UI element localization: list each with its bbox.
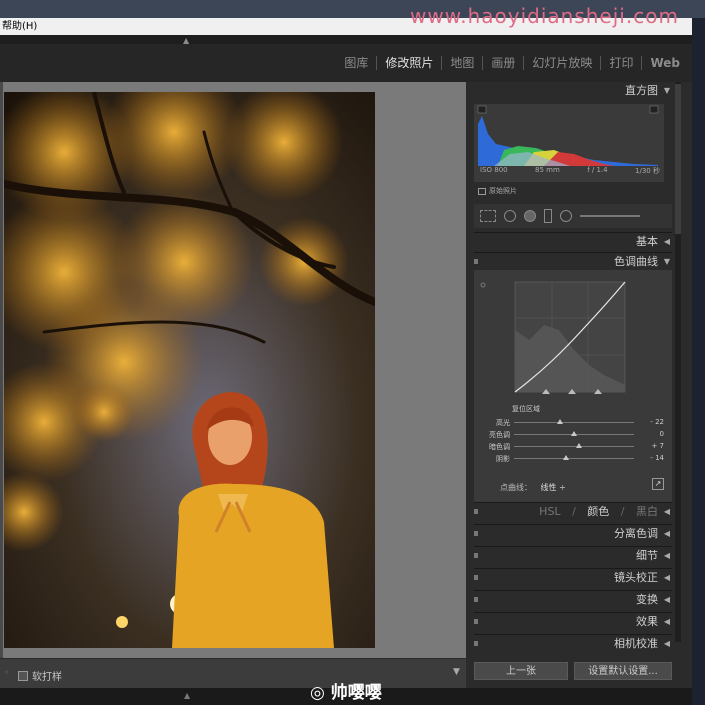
collapse-triangle-icon[interactable]: ▼ <box>664 253 670 271</box>
adjustment-brush-icon[interactable] <box>580 215 640 217</box>
photo-preview[interactable] <box>4 92 375 648</box>
camera-calibration-header[interactable]: 相机校准 ◀ <box>474 635 672 653</box>
module-web[interactable]: Web <box>642 56 684 70</box>
graduated-filter-icon[interactable] <box>544 209 552 223</box>
menu-help[interactable]: 帮助(H) <box>2 21 37 32</box>
module-print[interactable]: 打印 <box>601 56 643 70</box>
point-curve-select[interactable]: 点曲线： 线性 ÷ <box>500 482 566 493</box>
crop-tool-icon[interactable] <box>480 210 496 222</box>
tab-color[interactable]: 颜色 <box>587 505 609 518</box>
module-map[interactable]: 地图 <box>442 56 484 70</box>
shadows-slider[interactable]: 阴影 - 14 <box>474 454 672 464</box>
effects-header[interactable]: 效果 ◀ <box>474 613 672 631</box>
develop-right-panel: 直方图 ▼ ISO 800 85 mm f / 1.4 1/30 秒 原始照片 <box>466 82 692 688</box>
original-checkbox[interactable] <box>478 187 486 195</box>
expand-triangle-icon[interactable]: ◀ <box>664 569 670 587</box>
point-curve-edit-icon[interactable]: ↗ <box>652 478 664 490</box>
transform-header[interactable]: 变换 ◀ <box>474 591 672 609</box>
basic-header[interactable]: 基本 ◀ <box>474 233 672 251</box>
tone-curve-panel: 复位区域 高光 - 22 亮色调 0 暗色调 + 7 阴影 - 14 点曲线： … <box>474 270 672 502</box>
panel-switch-icon[interactable] <box>474 641 478 646</box>
panel-bottom-buttons: 上一张 设置默认设置... <box>474 662 672 682</box>
module-picker: 图库 修改照片 地图 画册 幻灯片放映 打印 Web <box>0 44 692 82</box>
photo-image <box>4 92 375 648</box>
slider-knob[interactable] <box>571 431 577 436</box>
expand-triangle-icon[interactable]: ◀ <box>664 547 670 565</box>
redeye-icon[interactable] <box>524 210 536 222</box>
detail-header[interactable]: 细节 ◀ <box>474 547 672 565</box>
tab-bw[interactable]: 黑白 <box>636 505 658 518</box>
region-reset-label[interactable]: 复位区域 <box>512 404 540 414</box>
histogram-header[interactable]: 直方图 ▼ <box>474 82 672 100</box>
highlights-slider[interactable]: 高光 - 22 <box>474 418 672 428</box>
slider-knob[interactable] <box>576 443 582 448</box>
panel-switch-icon[interactable] <box>474 619 478 624</box>
develop-tool-strip <box>474 204 672 228</box>
collapse-top-panel-icon[interactable]: ▲ <box>183 36 189 45</box>
hsl-header[interactable]: HSL / 颜色 / 黑白 ◀ <box>474 503 672 521</box>
panel-scroll-thumb[interactable] <box>675 84 681 234</box>
softproof-checkbox[interactable] <box>18 670 28 681</box>
module-library[interactable]: 图库 <box>336 56 378 70</box>
softproof-toggle[interactable]: 软打样 <box>18 668 62 683</box>
weibo-icon: ◎ <box>310 683 325 703</box>
panel-switch-icon[interactable] <box>474 575 478 580</box>
collapse-triangle-icon[interactable]: ▼ <box>664 82 670 100</box>
spot-removal-icon[interactable] <box>504 210 516 222</box>
darks-slider[interactable]: 暗色调 + 7 <box>474 442 672 452</box>
expand-triangle-icon[interactable]: ◀ <box>664 503 670 521</box>
window-right-edge <box>692 18 705 705</box>
collapse-filmstrip-icon[interactable]: ▲ <box>184 691 190 700</box>
lens-correction-header[interactable]: 镜头校正 ◀ <box>474 569 672 587</box>
expand-triangle-icon[interactable]: ◀ <box>664 525 670 543</box>
lights-slider[interactable]: 亮色调 0 <box>474 430 672 440</box>
weibo-signature: ◎ 帅嘤嘤 <box>310 683 382 703</box>
slider-knob[interactable] <box>563 455 569 460</box>
panel-switch-icon[interactable] <box>474 553 478 558</box>
expand-triangle-icon[interactable]: ◀ <box>664 233 670 251</box>
panel-switch-icon[interactable] <box>474 259 478 264</box>
filmstrip-collapse-bar: ▲ ◎ 帅嘤嘤 <box>0 683 692 705</box>
histogram[interactable]: ISO 800 85 mm f / 1.4 1/30 秒 <box>474 104 664 182</box>
module-slideshow[interactable]: 幻灯片放映 <box>524 56 602 70</box>
tone-curve-header[interactable]: 色调曲线 ▼ <box>474 253 672 271</box>
radial-filter-icon[interactable] <box>560 210 572 222</box>
panel-switch-icon[interactable] <box>474 597 478 602</box>
softproof-label: 软打样 <box>32 672 62 683</box>
left-panel-toggle[interactable] <box>0 82 3 658</box>
toolbar-menu-icon[interactable]: ◦ <box>4 668 9 677</box>
show-original-toggle[interactable]: 原始照片 <box>478 186 517 196</box>
bottom-toolbar: ◦ 软打样 ▼ <box>0 658 466 689</box>
watermark: www.haoyidiansheji.com <box>410 4 679 28</box>
module-book[interactable]: 画册 <box>483 56 525 70</box>
tab-hsl[interactable]: HSL <box>539 505 560 518</box>
set-default-button[interactable]: 设置默认设置... <box>574 662 672 680</box>
histogram-graph <box>477 105 659 166</box>
expand-triangle-icon[interactable]: ◀ <box>664 591 670 609</box>
histogram-title: 直方图 <box>625 84 658 97</box>
toolbar-content-dropdown-icon[interactable]: ▼ <box>453 667 460 677</box>
module-develop[interactable]: 修改照片 <box>377 56 443 70</box>
tone-curve-graph[interactable] <box>474 270 672 396</box>
slider-knob[interactable] <box>557 419 563 424</box>
expand-triangle-icon[interactable]: ◀ <box>664 635 670 653</box>
split-toning-header[interactable]: 分离色调 ◀ <box>474 525 672 543</box>
panel-switch-icon[interactable] <box>474 531 478 536</box>
expand-triangle-icon[interactable]: ◀ <box>664 613 670 631</box>
photo-work-area <box>0 82 466 658</box>
exif-row: ISO 800 85 mm f / 1.4 1/30 秒 <box>480 166 660 175</box>
previous-button[interactable]: 上一张 <box>474 662 568 680</box>
panel-switch-icon[interactable] <box>474 509 478 514</box>
